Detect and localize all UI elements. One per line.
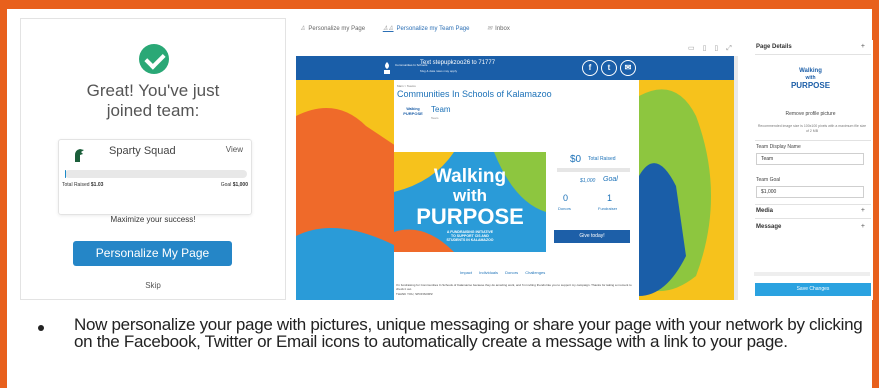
nav-label: Personalize my Page [308,26,366,32]
maximize-text: Maximize your success! [110,215,196,224]
preview-tabs: Impact Individuals Donors Challenges [460,270,551,275]
divider [755,204,871,205]
team-card: Sparty Squad View Total Raised $1.03 Goa… [58,139,252,215]
breadcrumb[interactable]: Main > Teams [397,84,416,88]
image-size-recommendation: Recommended image size is 100x100 pixels… [757,124,867,133]
fundraiser-label: Fundraiser [598,206,618,211]
team-progress-bar [65,170,247,178]
top-nav: ♙ Personalize my Page ♙♙ Personalize my Te… [300,25,526,37]
page-details-plus-icon[interactable]: + [861,43,865,50]
team-name: Sparty Squad [109,145,176,157]
greeting-line-2: joined team: [106,101,200,120]
tab-donors[interactable]: Donors [505,270,518,275]
success-check-icon [139,44,169,74]
fundraising-description: I'm fundraising for Communities In Schoo… [396,283,632,291]
team-goal-label: Team Goal [756,177,781,183]
cis-logo-icon [384,62,390,74]
page-preview: Communities In Schools Text stepupkzoo26… [296,56,738,300]
nav-personalize-my-team-page[interactable]: ♙♙ Personalize my Team Page [383,25,478,32]
facebook-icon[interactable]: f [582,60,598,76]
banner-tagline-3: STUDENTS IN KALAMAZOO [446,238,494,242]
raised-amount: $0 [570,154,582,165]
preview-scrollbar[interactable] [734,56,738,300]
join-confirmation-panel: Great! You've just joined team: Sparty S… [20,18,286,300]
expand-icon[interactable]: ⤢ [726,45,732,52]
rates-notice: Msg & data rates may apply [420,69,458,73]
bullet-icon [38,325,44,331]
team-icon: ♙♙ [382,26,394,32]
nav-label: Inbox [495,26,510,32]
tab-impact[interactable]: Impact [460,270,472,275]
save-changes-button[interactable]: Save Changes [755,283,871,296]
media-section[interactable]: Media [756,208,773,214]
personalize-my-page-button[interactable]: Personalize My Page [73,241,232,266]
team-display-name-input[interactable] [756,153,864,165]
raised-amount-label: Total Raised [588,156,616,162]
email-icon[interactable]: ✉ [620,60,636,76]
tablet-icon[interactable]: ▯ [703,45,707,52]
divider [755,54,871,55]
twitter-icon[interactable]: t [601,60,617,76]
donors-count: 0 [563,193,569,203]
team-heading: Team [431,105,451,114]
give-today-button[interactable]: Give today! [554,230,630,243]
panel-scrollbar[interactable] [754,272,870,276]
team-page-content: Main > Teams Communities In Schools of K… [394,80,639,300]
message-plus-icon[interactable]: + [861,223,865,230]
remove-profile-picture-link[interactable]: Remove profile picture [748,111,873,117]
tab-individuals[interactable]: Individuals [479,270,498,275]
greeting-line-1: Great! You've just [86,81,220,100]
goal: Goal $1,000 [221,182,248,188]
fundraiser-count: 1 [607,193,613,203]
preview-header: Communities In Schools Text stepupkzoo26… [296,56,738,80]
nav-personalize-my-page[interactable]: ♙ Personalize my Page [300,25,373,32]
logo-walking: Walking [799,68,822,74]
monitor-icon[interactable]: ▭ [688,45,695,52]
org-title: Communities In Schools of Kalamazoo [397,89,552,99]
view-team-link[interactable]: View [226,145,243,154]
banner-walking: Walking [433,166,507,187]
total-raised-label: Total Raised [62,182,90,188]
device-preview-tools: ▭ ▯ ▯ ⤢ [688,44,738,53]
page-details-panel: Page Details + Walking with PURPOSE Remo… [748,40,873,300]
divider [755,218,871,219]
total-raised-value: $1.03 [90,182,104,188]
svg-text:PURPOSE: PURPOSE [403,111,423,116]
donors-label: Donors [558,206,571,211]
skip-link[interactable]: Skip [21,281,285,290]
preview-goal-script: Goal [603,176,618,183]
campaign-banner: Walking with PURPOSE A FUNDRAISING INITI… [394,152,546,252]
person-icon: ♙ [300,26,306,32]
team-goal-input[interactable] [756,186,864,198]
logo-purpose: PURPOSE [790,81,831,90]
spartan-helmet-icon [75,149,84,162]
preview-progress-bar [557,168,630,172]
phone-icon[interactable]: ▯ [714,45,718,52]
goal-label: Goal [220,182,232,188]
team-subheading: Team [431,116,439,120]
tab-challenges[interactable]: Challenges [525,270,545,275]
nav-inbox[interactable]: ✉ Inbox [487,25,518,32]
text-to-give: Text stepupkzoo26 to 71777 [420,60,496,66]
media-plus-icon[interactable]: + [861,207,865,214]
preview-goal-amount: $1,000 [580,178,596,184]
message-section[interactable]: Message [756,224,781,230]
team-display-name-label: Team Display Name [756,144,801,150]
walking-with-purpose-logo: Walking PURPOSE [401,106,425,116]
nav-label: Personalize my Team Page [396,26,470,32]
goal-value: $1,000 [232,182,248,188]
page-details-heading[interactable]: Page Details [756,44,792,50]
greeting-text: Great! You've just joined team: [21,81,285,121]
banner-with: with [453,186,487,205]
inbox-icon: ✉ [487,26,493,32]
banner-purpose: PURPOSE [416,204,524,229]
thanks-sponsors: THANK YOU, SPONSORS! [396,292,433,296]
total-raised: Total Raised $1.03 [62,182,103,188]
divider [755,140,871,141]
instruction-text: Now personalize your page with pictures,… [74,315,863,351]
